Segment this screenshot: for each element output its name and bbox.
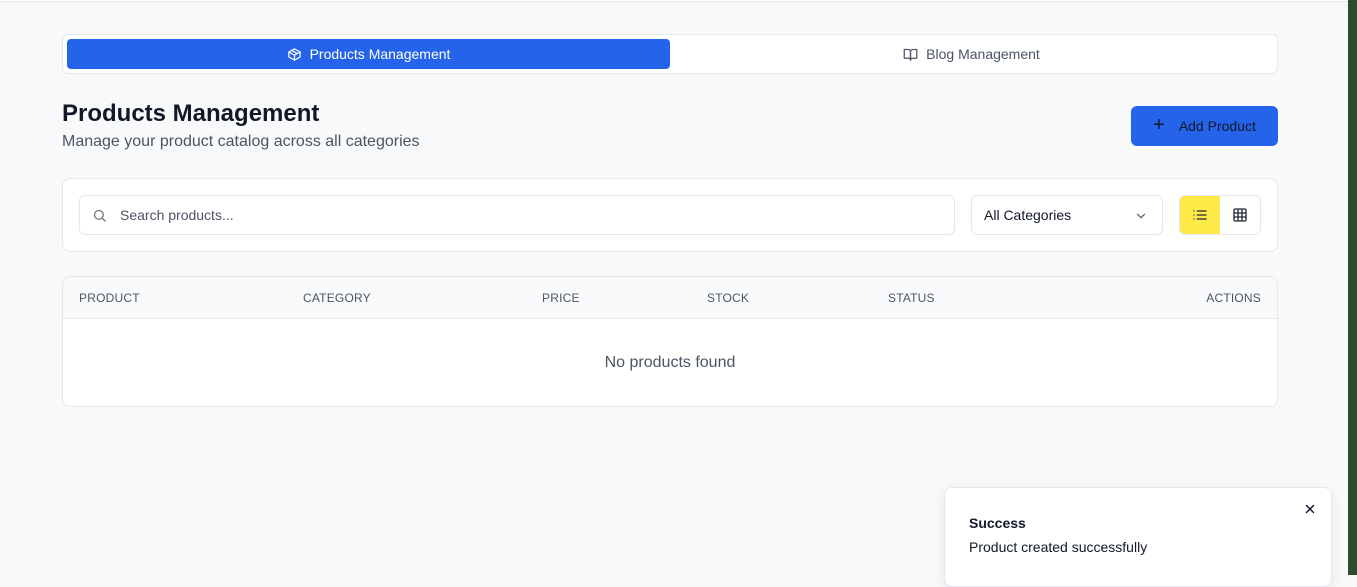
page-subtitle: Manage your product catalog across all c…: [62, 133, 420, 150]
page-title: Products Management: [62, 100, 320, 127]
close-icon[interactable]: [1303, 502, 1317, 516]
toast-title: Success: [969, 515, 1026, 531]
toast-message: Product created successfully: [969, 539, 1148, 555]
search-input[interactable]: [120, 196, 940, 234]
grid-view-button[interactable]: [1220, 196, 1260, 234]
window-edge: [1348, 0, 1357, 575]
column-header-price: PRICE: [542, 291, 580, 305]
add-product-button[interactable]: + Add Product: [1131, 106, 1278, 146]
empty-state-message: No products found: [604, 354, 736, 371]
search-icon: [93, 209, 106, 222]
category-select[interactable]: All Categories: [971, 195, 1163, 235]
grid-icon: [1233, 208, 1247, 222]
plus-icon: +: [1153, 114, 1165, 136]
list-view-button[interactable]: [1180, 196, 1220, 234]
products-table: PRODUCT CATEGORY PRICE STOCK STATUS ACTI…: [62, 276, 1278, 407]
category-select-value: All Categories: [984, 207, 1072, 223]
add-product-label: Add Product: [1178, 118, 1256, 134]
book-open-icon: [903, 48, 918, 61]
top-border: [0, 0, 1348, 2]
success-toast: Success Product created successfully: [944, 487, 1332, 587]
search-box: [79, 195, 955, 235]
module-tabs: Products Management Blog Management: [62, 34, 1278, 74]
column-header-category: CATEGORY: [303, 291, 371, 305]
view-mode-toggle: [1179, 195, 1261, 235]
box-icon: [287, 47, 301, 61]
list-icon: [1193, 210, 1207, 220]
tab-blog-management[interactable]: Blog Management: [670, 39, 1273, 69]
chevron-down-icon: [1136, 213, 1146, 219]
table-header: PRODUCT CATEGORY PRICE STOCK STATUS ACTI…: [63, 277, 1277, 319]
column-header-actions: ACTIONS: [1206, 291, 1261, 305]
tab-label: Blog Management: [926, 46, 1040, 62]
column-header-product: PRODUCT: [79, 291, 140, 305]
column-header-stock: STOCK: [707, 291, 750, 305]
column-header-status: STATUS: [888, 291, 935, 305]
filter-bar: All Categories: [62, 178, 1278, 252]
tab-products-management[interactable]: Products Management: [67, 39, 670, 69]
tab-label: Products Management: [309, 46, 451, 62]
